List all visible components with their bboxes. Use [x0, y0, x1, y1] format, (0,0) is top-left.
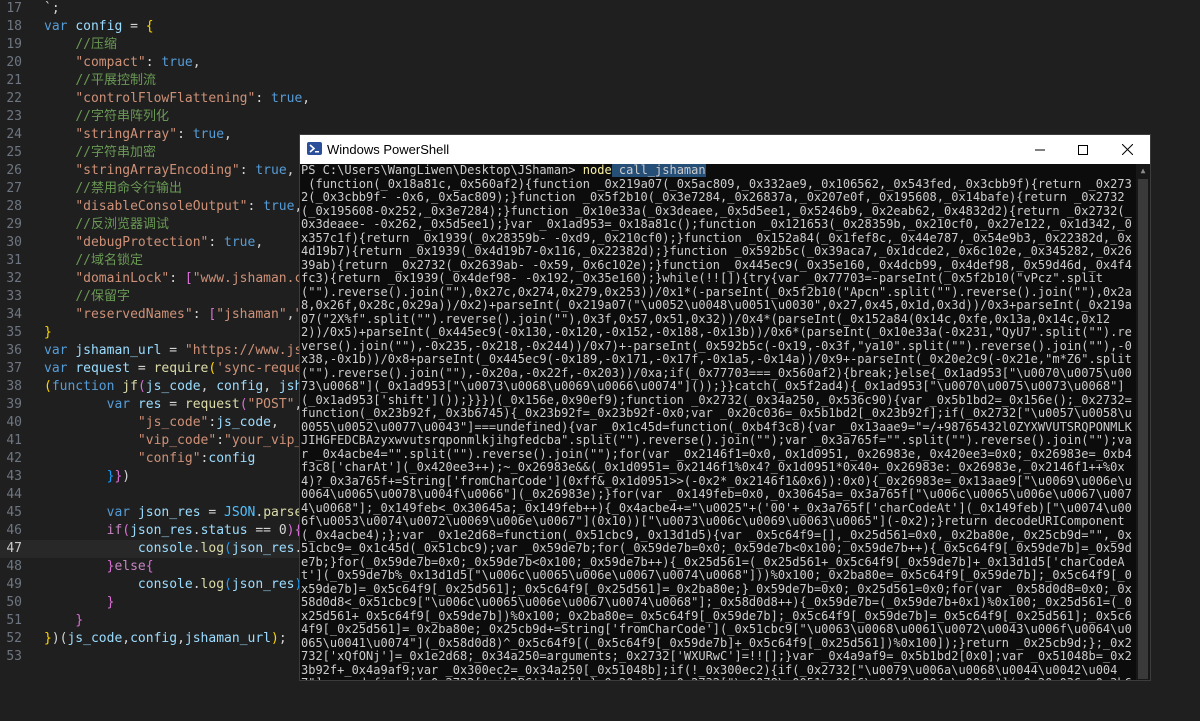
- command-argument: call_jshaman: [619, 164, 706, 177]
- line-number: 42: [0, 450, 22, 468]
- line-number: 41: [0, 432, 22, 450]
- code-text: (function jf(js_code, config, jsham: [44, 378, 318, 396]
- line-number: 40: [0, 414, 22, 432]
- window-title: Windows PowerShell: [327, 142, 449, 157]
- code-text: }: [44, 324, 52, 342]
- code-text: console.log(json_res);: [44, 576, 310, 594]
- line-number: 48: [0, 558, 22, 576]
- code-text: var request = require('sync-request: [44, 360, 318, 378]
- scrollbar-thumb[interactable]: [1138, 179, 1148, 679]
- code-text: var config = {: [44, 18, 154, 36]
- line-number: 49: [0, 576, 22, 594]
- code-text: }}): [44, 468, 130, 486]
- obfuscated-output-text: (function(_0x18a81c,_0x560af2){function …: [300, 178, 1136, 681]
- line-number: 47: [0, 540, 22, 558]
- command-line: PS C:\Users\WangLiwen\Desktop\JShaman> n…: [300, 164, 1136, 178]
- code-line[interactable]: 19 //压缩: [0, 36, 1200, 54]
- code-text: "domainLock": ["www.jshaman.com: [44, 270, 318, 288]
- scroll-up-icon[interactable]: ▲: [1136, 164, 1150, 178]
- line-number: 32: [0, 270, 22, 288]
- code-text: })(js_code,config,jshaman_url);: [44, 630, 287, 648]
- powershell-icon: [307, 142, 322, 155]
- code-text: }: [44, 594, 114, 612]
- code-text: var json_res = JSON.parse(r: [44, 504, 318, 522]
- line-number: 25: [0, 144, 22, 162]
- maximize-icon: [1078, 145, 1088, 155]
- code-text: var res = request("POST", j: [44, 396, 318, 414]
- code-text: "debugProtection": true,: [44, 234, 263, 252]
- line-number: 35: [0, 324, 22, 342]
- code-text: "controlFlowFlattening": true,: [44, 90, 310, 108]
- line-number: 50: [0, 594, 22, 612]
- line-number: 21: [0, 72, 22, 90]
- line-number: 28: [0, 198, 22, 216]
- line-number: 24: [0, 126, 22, 144]
- code-line[interactable]: 23 //字符串阵列化: [0, 108, 1200, 126]
- line-number: 52: [0, 630, 22, 648]
- line-number: 43: [0, 468, 22, 486]
- code-text: //域名锁定: [44, 252, 143, 270]
- line-number: 27: [0, 180, 22, 198]
- prompt-text: PS C:\Users\WangLiwen\Desktop\JShaman>: [301, 164, 583, 177]
- code-text: console.log(json_res.co: [44, 540, 318, 558]
- powershell-window[interactable]: Windows PowerShell PS C:\Users\WangLiwen…: [300, 135, 1150, 680]
- line-number: 19: [0, 36, 22, 54]
- code-line[interactable]: 20 "compact": true,: [0, 54, 1200, 72]
- line-number: 22: [0, 90, 22, 108]
- code-text: //压缩: [44, 36, 117, 54]
- line-number: 37: [0, 360, 22, 378]
- line-number: 30: [0, 234, 22, 252]
- code-text: "stringArrayEncoding": true,: [44, 162, 294, 180]
- code-text: `;: [44, 0, 60, 18]
- code-text: if(json_res.status == 0){: [44, 522, 302, 540]
- console-output[interactable]: PS C:\Users\WangLiwen\Desktop\JShaman> n…: [300, 164, 1136, 680]
- line-number: 29: [0, 216, 22, 234]
- line-number: 20: [0, 54, 22, 72]
- code-line[interactable]: 17 `;: [0, 0, 1200, 18]
- line-number: 23: [0, 108, 22, 126]
- line-number: 17: [0, 0, 22, 18]
- code-text: //字符串加密: [44, 144, 156, 162]
- window-titlebar[interactable]: Windows PowerShell: [300, 135, 1150, 164]
- maximize-button[interactable]: [1061, 135, 1105, 164]
- line-number: 34: [0, 306, 22, 324]
- code-text: //反浏览器调试: [44, 216, 169, 234]
- code-text: }else{: [44, 558, 154, 576]
- line-number: 33: [0, 288, 22, 306]
- code-text: "js_code":js_code,: [44, 414, 279, 432]
- code-text: //字符串阵列化: [44, 108, 169, 126]
- code-text: "vip_code":"your_vip_co: [44, 432, 318, 450]
- minimize-button[interactable]: [1018, 135, 1062, 164]
- code-text: "config":config: [44, 450, 255, 468]
- line-number: 45: [0, 504, 22, 522]
- close-icon: [1122, 144, 1133, 155]
- code-text: "disableConsoleOutput": true,: [44, 198, 302, 216]
- code-text: }: [44, 612, 83, 630]
- line-number: 36: [0, 342, 22, 360]
- line-number: 39: [0, 396, 22, 414]
- vertical-scrollbar[interactable]: ▲: [1136, 164, 1150, 680]
- line-number: 46: [0, 522, 22, 540]
- line-number: 53: [0, 648, 22, 666]
- code-text: //平展控制流: [44, 72, 156, 90]
- line-number: 18: [0, 18, 22, 36]
- code-text: //禁用命令行输出: [44, 180, 182, 198]
- line-number: 26: [0, 162, 22, 180]
- code-line[interactable]: 21 //平展控制流: [0, 72, 1200, 90]
- line-number: 51: [0, 612, 22, 630]
- code-text: "reservedNames": ["jshaman","te: [44, 306, 318, 324]
- command-name: node: [583, 164, 612, 177]
- code-text: //保留字: [44, 288, 130, 306]
- code-text: "stringArray": true,: [44, 126, 232, 144]
- line-number: 38: [0, 378, 22, 396]
- code-text: var jshaman_url = "https://www.jsha: [44, 342, 318, 360]
- line-number: 31: [0, 252, 22, 270]
- code-text: "compact": true,: [44, 54, 201, 72]
- code-line[interactable]: 18 var config = {: [0, 18, 1200, 36]
- line-number: 44: [0, 486, 22, 504]
- close-button[interactable]: [1105, 135, 1149, 164]
- minimize-icon: [1035, 145, 1045, 155]
- code-line[interactable]: 22 "controlFlowFlattening": true,: [0, 90, 1200, 108]
